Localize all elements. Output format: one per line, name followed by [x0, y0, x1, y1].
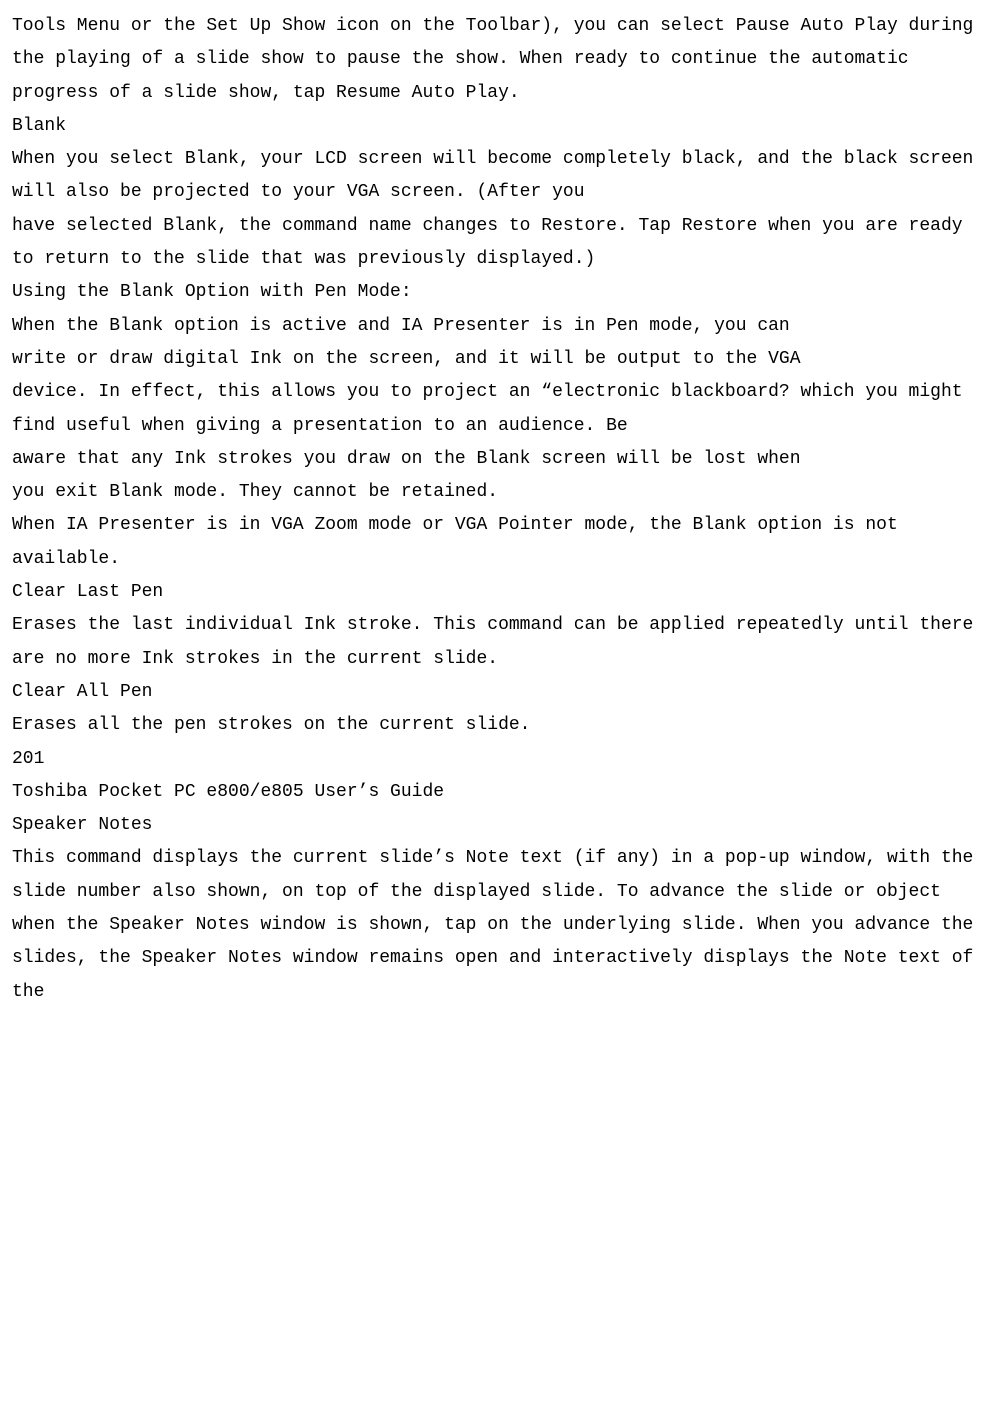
body-paragraph: device. In effect, this allows you to pr…: [12, 376, 989, 443]
body-paragraph: Erases all the pen strokes on the curren…: [12, 709, 989, 742]
section-heading-blank: Blank: [12, 110, 989, 143]
page-number: 201: [12, 743, 989, 776]
body-paragraph: Erases the last individual Ink stroke. T…: [12, 609, 989, 676]
body-paragraph: you exit Blank mode. They cannot be reta…: [12, 476, 989, 509]
guide-title: Toshiba Pocket PC e800/e805 User’s Guide: [12, 776, 989, 809]
body-paragraph: When you select Blank, your LCD screen w…: [12, 143, 989, 210]
section-heading-clear-all-pen: Clear All Pen: [12, 676, 989, 709]
body-paragraph: have selected Blank, the command name ch…: [12, 210, 989, 277]
body-paragraph: aware that any Ink strokes you draw on t…: [12, 443, 989, 476]
body-paragraph: This command displays the current slide’…: [12, 842, 989, 1008]
body-paragraph: Tools Menu or the Set Up Show icon on th…: [12, 10, 989, 110]
body-paragraph: When the Blank option is active and IA P…: [12, 310, 989, 343]
subheading-pen-mode: Using the Blank Option with Pen Mode:: [12, 276, 989, 309]
body-paragraph: write or draw digital Ink on the screen,…: [12, 343, 989, 376]
body-paragraph: When IA Presenter is in VGA Zoom mode or…: [12, 509, 989, 576]
section-heading-speaker-notes: Speaker Notes: [12, 809, 989, 842]
section-heading-clear-last-pen: Clear Last Pen: [12, 576, 989, 609]
